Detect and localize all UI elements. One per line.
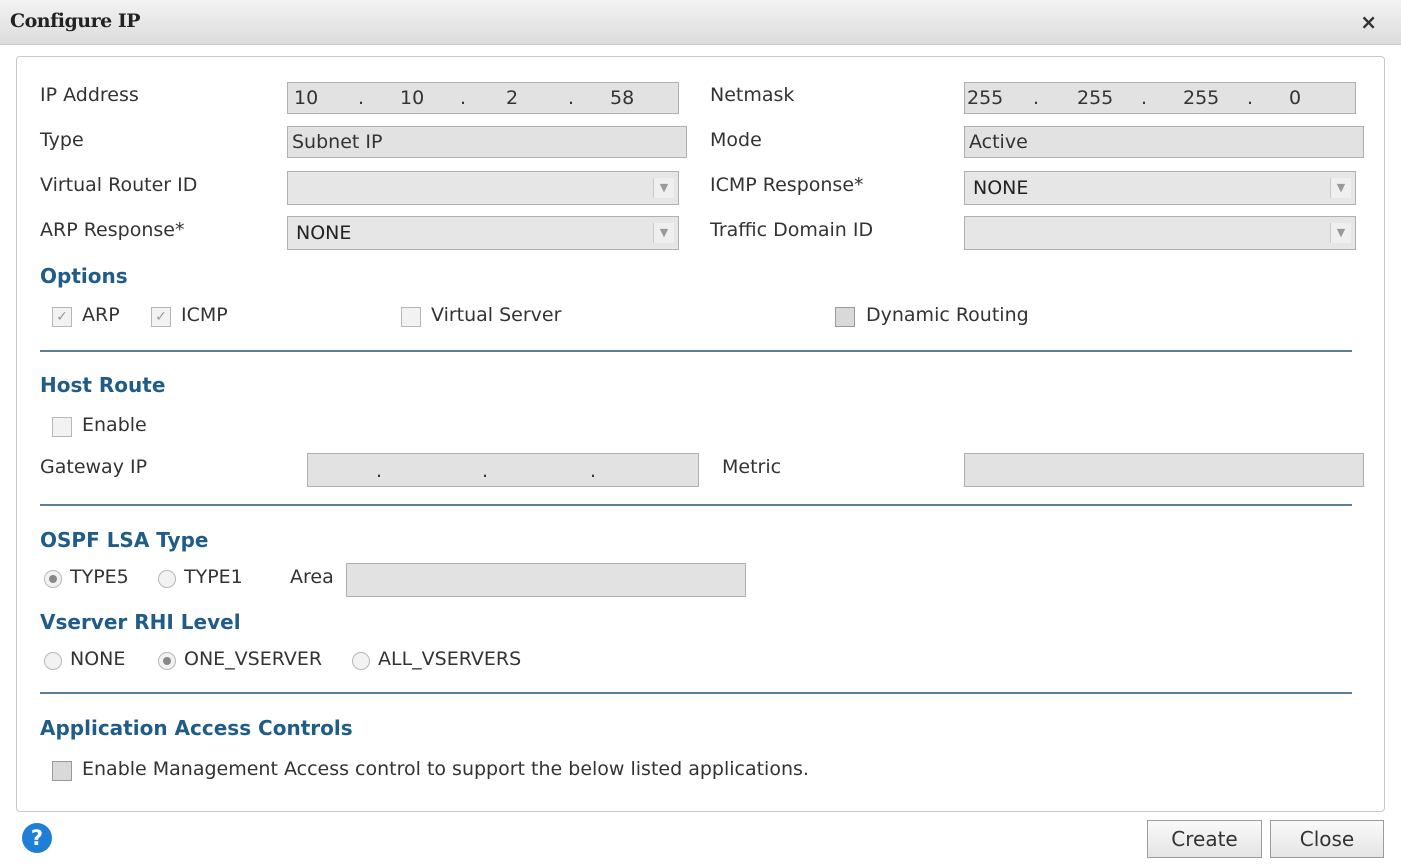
host-route-enable-checkbox[interactable] <box>52 417 72 437</box>
ip-octet-3: 2 <box>506 87 519 109</box>
dialog-title: Configure IP <box>10 10 141 32</box>
rhi-one-vserver-label: ONE_VSERVER <box>184 648 323 670</box>
arp-checkbox[interactable]: ✓ <box>52 307 72 327</box>
ospf-type5-label: TYPE5 <box>70 566 129 588</box>
chevron-down-icon: ▼ <box>1330 178 1351 198</box>
chevron-down-icon: ▼ <box>1330 223 1351 243</box>
management-access-checkbox[interactable] <box>52 761 72 781</box>
icmp-response-select[interactable]: NONE ▼ <box>964 171 1356 205</box>
dialog-titlebar: Configure IP × <box>0 0 1401 45</box>
icmp-response-label: ICMP Response* <box>710 174 864 196</box>
netmask-octet-1: 255 <box>967 87 1004 109</box>
dynamic-routing-checkbox[interactable] <box>835 307 855 327</box>
arp-checkbox-label: ARP <box>82 304 120 326</box>
netmask-label: Netmask <box>710 84 795 106</box>
arp-response-value: NONE <box>296 222 352 244</box>
arp-response-label: ARP Response* <box>40 219 185 241</box>
netmask-octet-4: 0 <box>1289 87 1302 109</box>
form-panel <box>16 56 1385 812</box>
metric-input[interactable] <box>964 453 1364 487</box>
section-divider <box>40 692 1352 694</box>
arp-response-select[interactable]: NONE ▼ <box>287 216 679 250</box>
ip-octet-1: 10 <box>294 87 319 109</box>
dynamic-routing-label: Dynamic Routing <box>866 304 1029 326</box>
area-input[interactable] <box>346 563 746 597</box>
rhi-none-label: NONE <box>70 648 126 670</box>
options-heading: Options <box>40 264 128 288</box>
section-divider <box>40 504 1352 506</box>
ospf-type5-radio[interactable] <box>44 570 62 588</box>
rhi-all-vservers-label: ALL_VSERVERS <box>378 648 522 670</box>
gateway-ip-label: Gateway IP <box>40 456 148 478</box>
management-access-label: Enable Management Access control to supp… <box>82 758 809 780</box>
ospf-type1-radio[interactable] <box>158 570 176 588</box>
area-label: Area <box>290 566 334 588</box>
mode-field: Active <box>964 126 1364 158</box>
ip-address-label: IP Address <box>40 84 139 106</box>
icmp-checkbox[interactable]: ✓ <box>151 307 171 327</box>
virtual-router-id-label: Virtual Router ID <box>40 174 198 196</box>
rhi-none-radio[interactable] <box>44 652 62 670</box>
virtual-server-checkbox[interactable] <box>401 307 421 327</box>
ip-address-input[interactable]: 10 . 10 . 2 . 58 <box>287 82 679 114</box>
mode-label: Mode <box>710 129 762 151</box>
ip-octet-4: 58 <box>610 87 635 109</box>
help-icon[interactable]: ? <box>22 823 52 853</box>
close-icon[interactable]: × <box>1360 10 1377 34</box>
ospf-lsa-heading: OSPF LSA Type <box>40 528 209 552</box>
vserver-rhi-heading: Vserver RHI Level <box>40 610 241 634</box>
metric-label: Metric <box>722 456 782 478</box>
netmask-octet-3: 255 <box>1183 87 1220 109</box>
netmask-octet-2: 255 <box>1077 87 1114 109</box>
gateway-ip-input[interactable]: . . . <box>307 453 699 487</box>
create-button[interactable]: Create <box>1147 820 1262 858</box>
icmp-checkbox-label: ICMP <box>181 304 228 326</box>
close-button[interactable]: Close <box>1270 820 1384 858</box>
section-divider <box>40 350 1352 352</box>
traffic-domain-label: Traffic Domain ID <box>710 219 874 241</box>
virtual-router-id-select[interactable]: ▼ <box>287 171 679 205</box>
ip-octet-2: 10 <box>400 87 425 109</box>
access-controls-heading: Application Access Controls <box>40 716 353 740</box>
icmp-response-value: NONE <box>973 177 1029 199</box>
ospf-type1-label: TYPE1 <box>184 566 243 588</box>
virtual-server-label: Virtual Server <box>431 304 562 326</box>
traffic-domain-select[interactable]: ▼ <box>964 216 1356 250</box>
chevron-down-icon: ▼ <box>653 223 674 243</box>
type-label: Type <box>40 129 84 151</box>
type-field: Subnet IP <box>287 126 687 158</box>
host-route-enable-label: Enable <box>82 414 147 436</box>
netmask-input[interactable]: 255 . 255 . 255 . 0 <box>964 82 1356 114</box>
host-route-heading: Host Route <box>40 373 166 397</box>
chevron-down-icon: ▼ <box>653 178 674 198</box>
rhi-one-vserver-radio[interactable] <box>158 652 176 670</box>
rhi-all-vservers-radio[interactable] <box>352 652 370 670</box>
